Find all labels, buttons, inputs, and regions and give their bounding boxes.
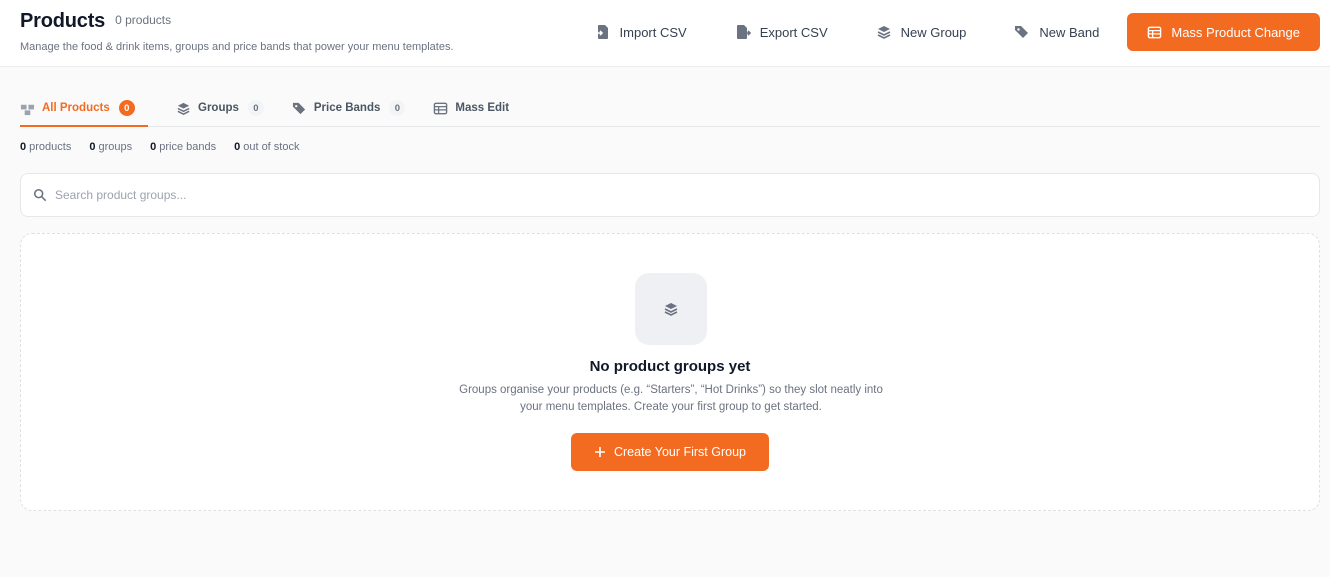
- layers-icon: [177, 102, 190, 115]
- stat-label: groups: [98, 141, 133, 153]
- tab-price-bands[interactable]: Price Bands 0: [292, 90, 406, 126]
- empty-state-title: No product groups yet: [589, 358, 751, 375]
- create-first-group-label: Create Your First Group: [613, 445, 746, 459]
- tab-label: Mass Edit: [455, 102, 510, 114]
- page-subtitle: Manage the food & drink items, groups an…: [20, 41, 454, 53]
- empty-state: No product groups yet Groups organise yo…: [20, 233, 1320, 511]
- page-title: Products: [20, 10, 106, 32]
- tab-badge: 0: [389, 100, 406, 116]
- stat-label: out of stock: [243, 141, 300, 153]
- export-csv-label: Export CSV: [759, 24, 828, 40]
- stat-label: price bands: [159, 141, 217, 153]
- mass-product-change-button[interactable]: Mass Product Change: [1127, 13, 1320, 51]
- new-group-label: New Group: [900, 24, 967, 40]
- tags-icon: [1015, 26, 1029, 38]
- layers-icon: [877, 26, 890, 39]
- tab-label: All Products: [42, 102, 110, 114]
- file-import-icon: [595, 25, 608, 39]
- import-csv-label: Import CSV: [619, 24, 687, 40]
- stat-out-of-stock: 0 out of stock: [234, 141, 299, 153]
- tab-label: Price Bands: [313, 102, 381, 114]
- new-group-button[interactable]: New Group: [876, 13, 991, 51]
- tab-mass-edit[interactable]: Mass Edit: [433, 90, 509, 126]
- empty-state-icon-box: [635, 273, 707, 345]
- tab-bar: All Products 0 Groups 0 Price Bands 0 Ma…: [20, 90, 1320, 127]
- stat-value: 0: [150, 141, 157, 153]
- layers-icon: [664, 303, 678, 316]
- boxes-icon: [20, 104, 35, 115]
- tab-badge: 0: [247, 100, 264, 116]
- search-bar: [20, 173, 1320, 217]
- search-input[interactable]: [55, 188, 1295, 202]
- table-icon: [434, 102, 448, 114]
- stat-groups: 0 groups: [89, 141, 132, 153]
- table-icon: [1148, 26, 1162, 38]
- mass-product-change-label: Mass Product Change: [1171, 24, 1300, 40]
- tab-label: Groups: [198, 102, 239, 114]
- title-row: Products 0 products: [20, 10, 171, 33]
- tab-badge: 0: [118, 100, 135, 116]
- file-export-icon: [736, 25, 751, 39]
- stat-label: products: [29, 141, 72, 153]
- tab-groups[interactable]: Groups 0: [176, 90, 264, 126]
- page-header: Products 0 products Manage the food & dr…: [0, 0, 1330, 67]
- tab-all-products[interactable]: All Products 0: [20, 90, 148, 127]
- product-count: 0 products: [115, 13, 172, 27]
- plus-icon: [594, 447, 605, 457]
- stats-row: 0 products 0 groups 0 price bands 0 out of s…: [20, 141, 299, 153]
- stat-value: 0: [20, 141, 27, 153]
- search-icon: [33, 188, 47, 202]
- new-band-label: New Band: [1039, 24, 1100, 40]
- stat-price-bands: 0 price bands: [150, 141, 216, 153]
- empty-state-description: Groups organise your products (e.g. “Sta…: [459, 384, 883, 413]
- stat-value: 0: [89, 141, 96, 153]
- export-csv-button[interactable]: Export CSV: [735, 13, 852, 51]
- import-csv-button[interactable]: Import CSV: [595, 13, 711, 51]
- create-first-group-button[interactable]: Create Your First Group: [571, 433, 769, 471]
- stat-products: 0 products: [20, 141, 71, 153]
- stat-value: 0: [234, 141, 241, 153]
- tags-icon: [292, 102, 306, 114]
- header-actions: Import CSV Export CSV New Group New Band…: [571, 13, 1320, 51]
- new-band-button[interactable]: New Band: [1014, 13, 1123, 51]
